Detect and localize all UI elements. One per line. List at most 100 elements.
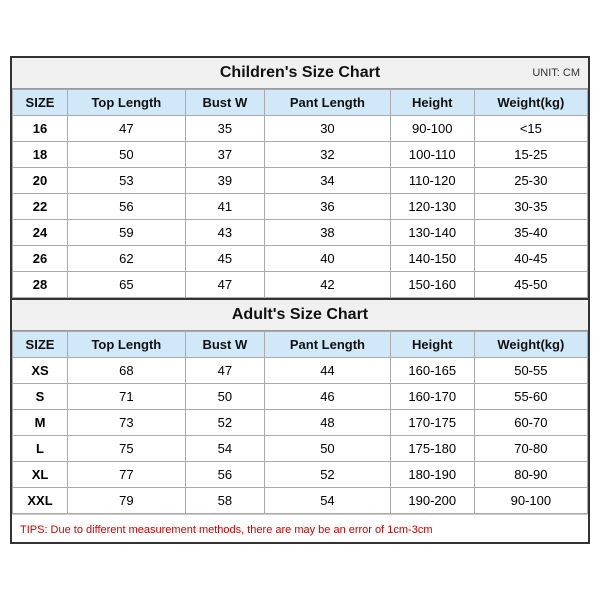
adult-thead: SIZE Top Length Bust W Pant Length Heigh… <box>13 332 588 358</box>
table-cell: 53 <box>68 168 186 194</box>
table-row: 1647353090-100<15 <box>13 116 588 142</box>
table-cell: 20 <box>13 168 68 194</box>
table-cell: 170-175 <box>390 410 474 436</box>
table-cell: 90-100 <box>474 488 587 514</box>
table-row: XS684744160-16550-55 <box>13 358 588 384</box>
table-cell: 58 <box>185 488 264 514</box>
adult-tbody: XS684744160-16550-55S715046160-17055-60M… <box>13 358 588 514</box>
table-cell: 60-70 <box>474 410 587 436</box>
adult-col-top-length: Top Length <box>68 332 186 358</box>
table-cell: S <box>13 384 68 410</box>
children-col-bust-w: Bust W <box>185 90 264 116</box>
adult-col-pant-length: Pant Length <box>265 332 391 358</box>
table-row: 18503732100-11015-25 <box>13 142 588 168</box>
children-col-size: SIZE <box>13 90 68 116</box>
table-cell: 24 <box>13 220 68 246</box>
table-cell: 71 <box>68 384 186 410</box>
table-cell: 52 <box>265 462 391 488</box>
adult-title-row: Adult's Size Chart <box>12 298 588 331</box>
table-cell: 50 <box>68 142 186 168</box>
adult-col-size: SIZE <box>13 332 68 358</box>
table-cell: 38 <box>265 220 391 246</box>
table-cell: 42 <box>265 272 391 298</box>
children-table: SIZE Top Length Bust W Pant Length Heigh… <box>12 89 588 298</box>
table-cell: L <box>13 436 68 462</box>
table-cell: XL <box>13 462 68 488</box>
table-cell: 34 <box>265 168 391 194</box>
children-unit: UNIT: CM <box>532 67 580 79</box>
size-chart-container: Children's Size Chart UNIT: CM SIZE Top … <box>10 56 590 544</box>
table-cell: 36 <box>265 194 391 220</box>
table-row: S715046160-17055-60 <box>13 384 588 410</box>
children-tbody: 1647353090-100<1518503732100-11015-25205… <box>13 116 588 298</box>
table-cell: 54 <box>265 488 391 514</box>
table-cell: 180-190 <box>390 462 474 488</box>
table-cell: 40-45 <box>474 246 587 272</box>
table-cell: 30-35 <box>474 194 587 220</box>
children-title: Children's Size Chart <box>220 64 380 81</box>
table-cell: 41 <box>185 194 264 220</box>
table-cell: 175-180 <box>390 436 474 462</box>
table-cell: 56 <box>185 462 264 488</box>
table-cell: 80-90 <box>474 462 587 488</box>
table-cell: 43 <box>185 220 264 246</box>
tips-text: TIPS: Due to different measurement metho… <box>20 524 432 536</box>
children-col-pant-length: Pant Length <box>265 90 391 116</box>
table-cell: 65 <box>68 272 186 298</box>
table-cell: M <box>13 410 68 436</box>
table-cell: 73 <box>68 410 186 436</box>
table-cell: 55-60 <box>474 384 587 410</box>
table-cell: 28 <box>13 272 68 298</box>
table-cell: 47 <box>68 116 186 142</box>
table-row: 20533934110-12025-30 <box>13 168 588 194</box>
table-cell: 30 <box>265 116 391 142</box>
table-cell: 90-100 <box>390 116 474 142</box>
table-cell: 45-50 <box>474 272 587 298</box>
table-cell: 15-25 <box>474 142 587 168</box>
table-cell: 50 <box>185 384 264 410</box>
table-cell: 45 <box>185 246 264 272</box>
table-cell: 59 <box>68 220 186 246</box>
table-cell: 68 <box>68 358 186 384</box>
adult-col-height: Height <box>390 332 474 358</box>
table-cell: <15 <box>474 116 587 142</box>
children-col-top-length: Top Length <box>68 90 186 116</box>
table-cell: 130-140 <box>390 220 474 246</box>
table-cell: 35 <box>185 116 264 142</box>
table-cell: 22 <box>13 194 68 220</box>
table-cell: 44 <box>265 358 391 384</box>
table-cell: XS <box>13 358 68 384</box>
adult-table: SIZE Top Length Bust W Pant Length Heigh… <box>12 331 588 514</box>
table-cell: 35-40 <box>474 220 587 246</box>
table-cell: 150-160 <box>390 272 474 298</box>
table-row: 22564136120-13030-35 <box>13 194 588 220</box>
table-cell: 56 <box>68 194 186 220</box>
table-cell: 50-55 <box>474 358 587 384</box>
table-cell: 37 <box>185 142 264 168</box>
table-cell: 77 <box>68 462 186 488</box>
table-cell: 47 <box>185 358 264 384</box>
adult-col-weight: Weight(kg) <box>474 332 587 358</box>
table-cell: 190-200 <box>390 488 474 514</box>
table-cell: 47 <box>185 272 264 298</box>
table-cell: 26 <box>13 246 68 272</box>
adult-header-row: SIZE Top Length Bust W Pant Length Heigh… <box>13 332 588 358</box>
table-cell: 70-80 <box>474 436 587 462</box>
tips-row: TIPS: Due to different measurement metho… <box>12 514 588 542</box>
table-cell: 79 <box>68 488 186 514</box>
table-cell: XXL <box>13 488 68 514</box>
table-cell: 120-130 <box>390 194 474 220</box>
table-cell: 140-150 <box>390 246 474 272</box>
table-cell: 39 <box>185 168 264 194</box>
table-cell: 32 <box>265 142 391 168</box>
table-row: M735248170-17560-70 <box>13 410 588 436</box>
table-row: 26624540140-15040-45 <box>13 246 588 272</box>
table-row: XL775652180-19080-90 <box>13 462 588 488</box>
table-cell: 62 <box>68 246 186 272</box>
table-cell: 16 <box>13 116 68 142</box>
table-row: L755450175-18070-80 <box>13 436 588 462</box>
table-cell: 46 <box>265 384 391 410</box>
table-row: XXL795854190-20090-100 <box>13 488 588 514</box>
children-col-height: Height <box>390 90 474 116</box>
table-cell: 110-120 <box>390 168 474 194</box>
